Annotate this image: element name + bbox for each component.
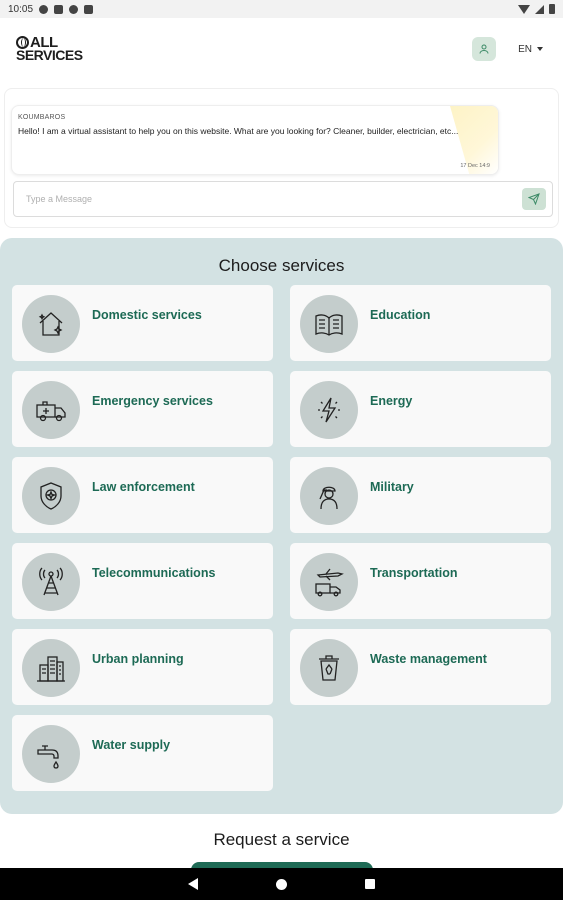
message-timestamp: 17 Dec 14:9 bbox=[460, 163, 490, 169]
user-account-button[interactable] bbox=[472, 37, 497, 61]
service-card-waste-management[interactable]: Waste management bbox=[290, 629, 551, 705]
service-label: Military bbox=[370, 480, 414, 494]
message-text: Hello! I am a virtual assistant to help … bbox=[18, 126, 459, 136]
service-icon-circle bbox=[22, 295, 80, 353]
send-icon bbox=[528, 193, 540, 205]
chat-assistant-panel: KOUMBAROS Hello! I am a virtual assistan… bbox=[4, 88, 559, 228]
user-icon bbox=[479, 44, 489, 54]
home-icon[interactable] bbox=[276, 878, 287, 890]
ambulance-icon bbox=[36, 401, 66, 422]
notification-icon bbox=[54, 4, 64, 14]
service-icon-circle bbox=[22, 639, 80, 697]
service-icon-circle bbox=[300, 381, 358, 439]
lightning-icon bbox=[318, 397, 340, 423]
service-label: Waste management bbox=[370, 652, 487, 666]
service-label: Urban planning bbox=[92, 652, 184, 666]
service-card-water-supply[interactable]: Water supply bbox=[12, 715, 273, 791]
status-time: 10:05 bbox=[8, 3, 34, 15]
service-card-military[interactable]: Military bbox=[290, 457, 551, 533]
language-selector[interactable]: EN bbox=[518, 44, 543, 55]
logo-text-line2: SERVICES bbox=[16, 47, 83, 64]
status-bar: 10:05 bbox=[0, 0, 563, 18]
battery-icon bbox=[549, 4, 555, 14]
service-icon-circle bbox=[22, 553, 80, 611]
service-icon-circle bbox=[300, 553, 358, 611]
notification-icon bbox=[39, 4, 49, 14]
service-card-education[interactable]: Education bbox=[290, 285, 551, 361]
service-label: Energy bbox=[370, 394, 413, 408]
service-icon-circle bbox=[22, 381, 80, 439]
notification-icon bbox=[84, 4, 94, 14]
status-left: 10:05 bbox=[8, 3, 94, 15]
recycle-bin-icon bbox=[319, 655, 339, 681]
service-card-transportation[interactable]: Transportation bbox=[290, 543, 551, 619]
service-card-domestic[interactable]: Domestic services bbox=[12, 285, 273, 361]
services-title: Choose services bbox=[218, 256, 345, 275]
app-header: ALL SERVICES EN bbox=[0, 18, 563, 80]
back-icon[interactable] bbox=[188, 878, 198, 890]
request-service-title: Request a service bbox=[213, 830, 350, 849]
service-label: Emergency services bbox=[92, 394, 213, 408]
police-badge-icon bbox=[40, 482, 62, 510]
system-nav-bar bbox=[0, 868, 563, 900]
service-card-energy[interactable]: Energy bbox=[290, 371, 551, 447]
status-right bbox=[518, 4, 555, 14]
services-section: Choose services Domestic services Educat… bbox=[0, 238, 563, 814]
house-sparkle-icon bbox=[38, 312, 63, 336]
service-icon-circle bbox=[300, 467, 358, 525]
service-label: Education bbox=[370, 308, 431, 322]
service-label: Transportation bbox=[370, 566, 458, 580]
service-icon-circle bbox=[22, 467, 80, 525]
service-card-urban-planning[interactable]: Urban planning bbox=[12, 629, 273, 705]
wifi-icon bbox=[518, 4, 530, 14]
book-icon bbox=[315, 314, 343, 336]
service-icon-circle bbox=[300, 639, 358, 697]
send-button[interactable] bbox=[522, 188, 546, 210]
service-card-telecommunications[interactable]: Telecommunications bbox=[12, 543, 273, 619]
service-card-emergency[interactable]: Emergency services bbox=[12, 371, 273, 447]
water-tap-icon bbox=[37, 745, 59, 769]
message-sender: KOUMBAROS bbox=[18, 114, 66, 121]
message-input[interactable] bbox=[26, 194, 496, 204]
service-icon-circle bbox=[300, 295, 358, 353]
service-icon-circle bbox=[22, 725, 80, 783]
service-label: Telecommunications bbox=[92, 566, 216, 580]
service-label: Domestic services bbox=[92, 308, 202, 322]
app-logo[interactable]: ALL SERVICES bbox=[16, 35, 83, 64]
header-actions: EN bbox=[472, 37, 547, 61]
recent-apps-icon[interactable] bbox=[365, 879, 375, 889]
chevron-down-icon bbox=[537, 47, 543, 51]
language-label: EN bbox=[518, 43, 532, 55]
service-label: Law enforcement bbox=[92, 480, 195, 494]
assistant-message-bubble: KOUMBAROS Hello! I am a virtual assistan… bbox=[11, 105, 499, 175]
antenna-tower-icon bbox=[39, 567, 63, 596]
signal-icon bbox=[535, 4, 544, 14]
city-buildings-icon bbox=[37, 656, 65, 682]
transport-icon bbox=[315, 568, 344, 597]
service-label: Water supply bbox=[92, 738, 171, 752]
soldier-salute-icon bbox=[319, 486, 338, 510]
message-input-box bbox=[13, 181, 553, 217]
service-card-law-enforcement[interactable]: Law enforcement bbox=[12, 457, 273, 533]
notification-icon bbox=[69, 4, 79, 14]
